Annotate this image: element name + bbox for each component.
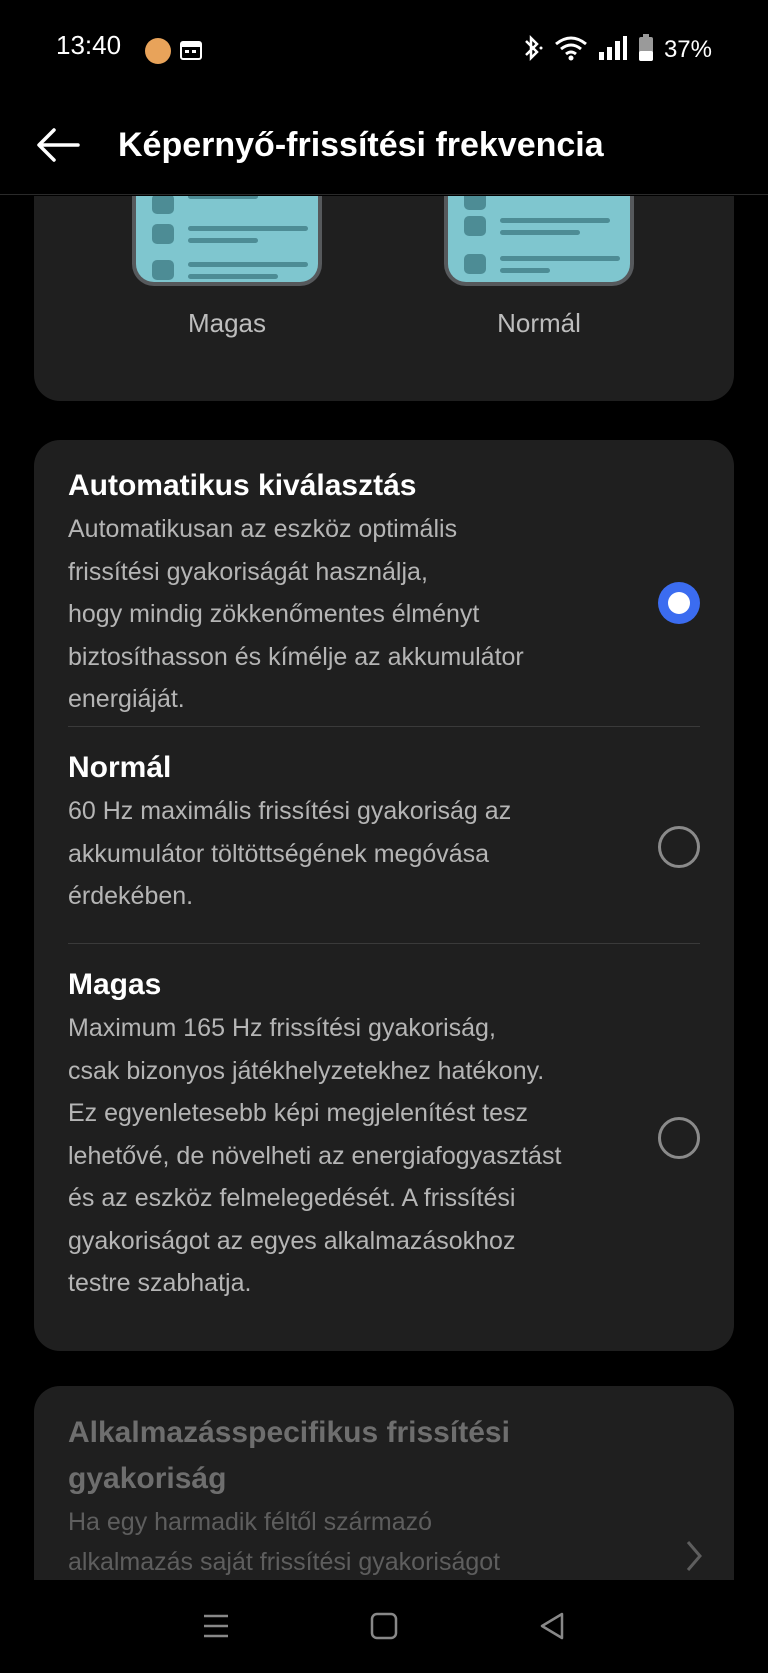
- desc-line: és az eszköz felmelegedését. A frissítés…: [68, 1184, 516, 1212]
- app-specific-refresh-card[interactable]: Alkalmazásspecifikus frissítési gyakoris…: [34, 1386, 734, 1580]
- navigation-bar: [0, 1580, 768, 1673]
- desc-line: lehetővé, de növelheti az energiafogyasz…: [68, 1141, 562, 1170]
- desc-line: csak bizonyos játékhelyzetekhez hatékony…: [68, 1056, 545, 1085]
- divider: [68, 726, 700, 727]
- option-title: Automatikus kiválasztás: [68, 469, 417, 502]
- chevron-right-icon: [682, 1536, 706, 1576]
- high-refresh-preview-illustration[interactable]: [132, 196, 322, 286]
- calendar-icon: [180, 40, 202, 60]
- option-normal[interactable]: Normál 60 Hz maximális frissítési gyakor…: [68, 746, 700, 918]
- option-title: Normál: [68, 751, 172, 784]
- arrow-left-icon: [37, 128, 80, 162]
- divider: [68, 943, 700, 944]
- home-icon[interactable]: [364, 1606, 404, 1646]
- radio-high[interactable]: [658, 1117, 700, 1159]
- refresh-preview-card: Magas Normál: [34, 196, 734, 401]
- status-time: 13:40: [56, 30, 122, 60]
- battery-icon: [638, 33, 654, 67]
- battery-percent: 37%: [663, 36, 712, 63]
- app-bar: Képernyő-frissítési frekvencia: [0, 100, 768, 195]
- option-auto[interactable]: Automatikus kiválasztás Automatikusan az…: [68, 464, 700, 721]
- desc-line: Ha egy harmadik féltől származó: [68, 1508, 433, 1536]
- option-description: 60 Hz maximális frissítési gyakoriság az…: [68, 790, 628, 918]
- status-right-group: 37%: [520, 30, 712, 70]
- option-description: Maximum 165 Hz frissítési gyakoriság, cs…: [68, 1007, 628, 1305]
- back-triangle-icon[interactable]: [532, 1606, 572, 1646]
- app-specific-title: Alkalmazásspecifikus frissítési gyakoris…: [68, 1410, 628, 1502]
- radio-normal[interactable]: [658, 826, 700, 868]
- desc-line: Ez egyenletesebb képi megjelenítést tesz: [68, 1099, 528, 1127]
- desc-line: biztosíthasson és kímélje az akkumulátor: [68, 642, 524, 671]
- desc-line: testre szabhatja.: [68, 1269, 252, 1297]
- app-specific-description: Ha egy harmadik féltől származó alkalmaz…: [68, 1502, 628, 1580]
- menu-icon[interactable]: [196, 1606, 236, 1646]
- desc-line: Maximum 165 Hz frissítési gyakoriság,: [68, 1014, 496, 1042]
- settings-content[interactable]: Magas Normál Automatikus kiválasztás Aut…: [0, 196, 768, 1580]
- status-bar: 13:40 37%: [0, 0, 768, 100]
- desc-line: érdekében.: [68, 882, 194, 910]
- bluetooth-icon: [520, 34, 544, 67]
- wifi-icon: [554, 34, 588, 67]
- option-high[interactable]: Magas Maximum 165 Hz frissítési gyakoris…: [68, 963, 700, 1305]
- page-title: Képernyő-frissítési frekvencia: [118, 126, 604, 164]
- desc-line: gyakoriságot az egyes alkalmazásokhoz: [68, 1226, 516, 1255]
- title-line: gyakoriság: [68, 1462, 227, 1495]
- app-notification-icon: [145, 38, 171, 64]
- high-preview-label: Magas: [187, 308, 267, 338]
- title-line: Alkalmazásspecifikus frissítési: [68, 1416, 510, 1449]
- radio-auto-selected[interactable]: [658, 582, 700, 624]
- option-description: Automatikusan az eszköz optimális frissí…: [68, 508, 628, 721]
- desc-line: alkalmazás saját frissítési gyakoriságot: [68, 1548, 501, 1576]
- desc-line: akkumulátor töltöttségének megóvása: [68, 839, 490, 868]
- desc-line: energiáját.: [68, 685, 185, 713]
- option-title: Magas: [68, 968, 162, 1001]
- desc-line: Automatikusan az eszköz optimális: [68, 515, 458, 543]
- desc-line: 60 Hz maximális frissítési gyakoriság az: [68, 797, 512, 825]
- desc-line: frissítési gyakoriságát használja,: [68, 557, 428, 586]
- desc-line: hogy mindig zökkenőmentes élményt: [68, 600, 480, 628]
- refresh-rate-options-card: Automatikus kiválasztás Automatikusan az…: [34, 440, 734, 1351]
- back-button[interactable]: [34, 120, 84, 170]
- normal-preview-label: Normál: [497, 308, 581, 338]
- signal-icon: [598, 35, 628, 66]
- normal-refresh-preview-illustration[interactable]: [444, 196, 634, 286]
